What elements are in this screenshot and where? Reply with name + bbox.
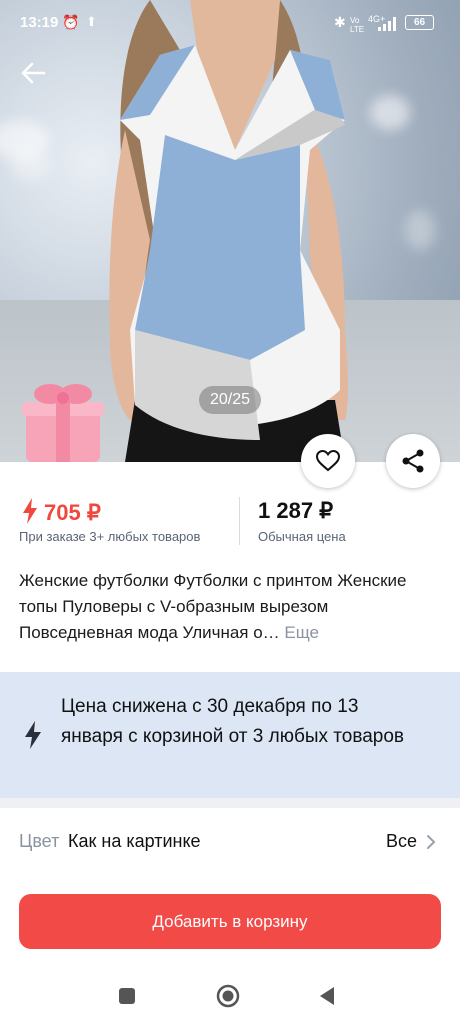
back-nav-button[interactable]: [318, 986, 336, 1006]
divider: [0, 798, 460, 808]
arrow-left-icon: [21, 62, 46, 84]
product-title[interactable]: Женские футболки Футболки с принтом Женс…: [19, 568, 444, 646]
status-bar: 13:19 ⏰ ⬆ ✱ Vo LTE 4G+ 66: [0, 0, 460, 44]
color-value: Как на картинке: [68, 831, 201, 851]
gift-icon[interactable]: [18, 378, 108, 462]
color-selector-row[interactable]: Цвет Как на картинке Все: [0, 812, 460, 868]
share-button[interactable]: [386, 434, 440, 488]
promo-text: Цена снижена с 30 декабря по 13 января с…: [61, 696, 405, 747]
color-label: Цвет: [19, 831, 60, 851]
product-image[interactable]: 13:19 ⏰ ⬆ ✱ Vo LTE 4G+ 66 20/25: [0, 0, 460, 462]
add-to-cart-button[interactable]: Добавить в корзину: [19, 894, 441, 949]
lightning-icon: [25, 721, 41, 749]
lightning-icon: [23, 498, 37, 524]
system-nav-bar: [0, 968, 460, 1024]
battery-indicator: 66: [405, 15, 434, 30]
favorite-button[interactable]: [301, 434, 355, 488]
share-icon: [402, 449, 424, 473]
volte-icon: Vo LTE: [350, 16, 365, 34]
more-link[interactable]: Еще: [284, 623, 319, 642]
regular-price-note: Обычная цена: [258, 529, 346, 544]
status-time: 13:19: [20, 14, 59, 31]
all-colors-link[interactable]: Все: [386, 831, 417, 852]
heart-icon: [315, 449, 341, 472]
bluetooth-icon: ✱: [334, 14, 346, 30]
regular-price: 1 287 ₽: [258, 498, 334, 523]
price-divider: [239, 497, 240, 545]
sale-price: 705 ₽: [22, 498, 101, 526]
recents-button[interactable]: [119, 988, 135, 1004]
image-counter: 20/25: [199, 386, 261, 414]
notification-icon: ⬆: [86, 14, 97, 29]
alarm-icon: ⏰: [62, 14, 80, 30]
back-button[interactable]: [16, 58, 52, 88]
product-title-text: Женские футболки Футболки с принтом Женс…: [19, 571, 407, 642]
signal-icon: [378, 17, 400, 36]
promo-banner: Цена снижена с 30 декабря по 13 января с…: [0, 672, 460, 798]
chevron-right-icon: [427, 835, 436, 849]
sale-price-value: 705 ₽: [44, 500, 101, 525]
sale-price-note: При заказе 3+ любых товаров: [19, 529, 201, 544]
home-button[interactable]: [216, 984, 240, 1008]
